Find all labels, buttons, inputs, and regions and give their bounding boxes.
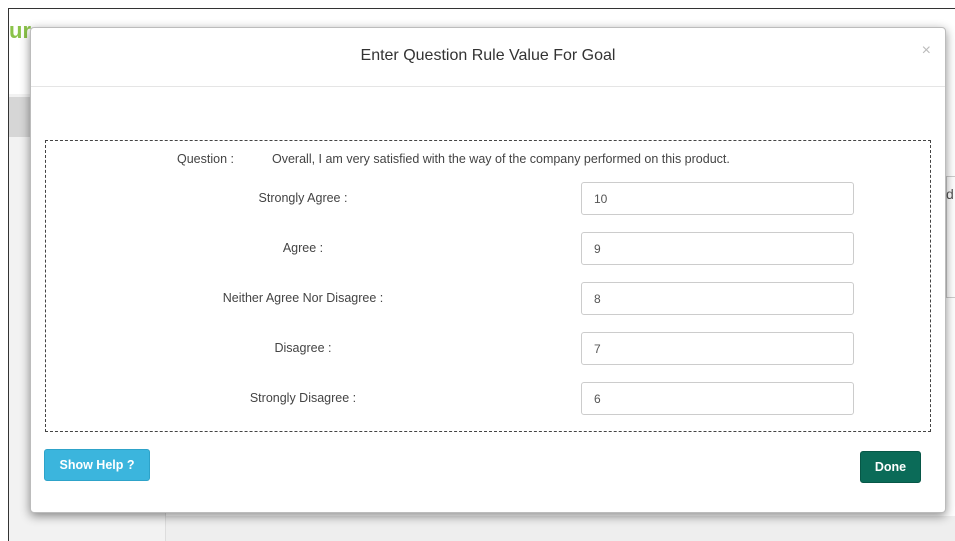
rules-container: Question : Overall, I am very satisfied … xyxy=(45,140,931,432)
question-rule-modal: Enter Question Rule Value For Goal × Que… xyxy=(30,27,946,513)
background-panel-text: d xyxy=(946,186,954,202)
rule-value-input-strongly-agree[interactable] xyxy=(581,182,854,215)
rule-row-agree: Agree : xyxy=(46,232,930,266)
app-logo-fragment: ur xyxy=(9,18,31,43)
rule-row-neither: Neither Agree Nor Disagree : xyxy=(46,282,930,316)
rule-value-input-agree[interactable] xyxy=(581,232,854,265)
modal-header: Enter Question Rule Value For Goal × xyxy=(31,28,945,87)
rule-row-disagree: Disagree : xyxy=(46,332,930,366)
close-icon[interactable]: × xyxy=(922,43,931,59)
rule-row-strongly-agree: Strongly Agree : xyxy=(46,182,930,216)
modal-title: Enter Question Rule Value For Goal xyxy=(360,47,616,64)
background-content xyxy=(166,516,955,541)
done-button[interactable]: Done xyxy=(860,451,921,483)
rule-row-strongly-disagree: Strongly Disagree : xyxy=(46,382,930,416)
question-label: Question : xyxy=(177,152,234,166)
rule-value-input-disagree[interactable] xyxy=(581,332,854,365)
rule-value-input-neither[interactable] xyxy=(581,282,854,315)
show-help-button[interactable]: Show Help ? xyxy=(44,449,150,481)
rule-label: Disagree : xyxy=(274,341,332,355)
question-text: Overall, I am very satisfied with the wa… xyxy=(272,152,730,166)
rule-label: Neither Agree Nor Disagree : xyxy=(222,291,384,305)
rule-label: Strongly Disagree : xyxy=(249,391,357,405)
rule-label: Strongly Agree : xyxy=(258,191,348,205)
rule-value-input-strongly-disagree[interactable] xyxy=(581,382,854,415)
rule-label: Agree : xyxy=(282,241,324,255)
